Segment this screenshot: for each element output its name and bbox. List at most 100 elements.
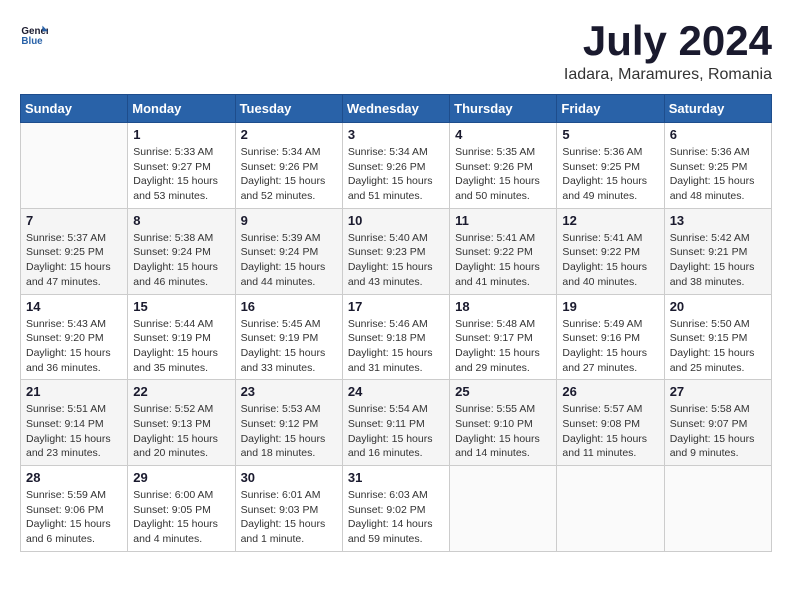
calendar-cell: 9 Sunrise: 5:39 AM Sunset: 9:24 PM Daylig… (235, 208, 342, 294)
logo-icon: General Blue (20, 20, 48, 48)
calendar-cell: 30Sunrise: 6:01 AM Sunset: 9:03 PM Dayli… (235, 466, 342, 552)
calendar-table: SundayMondayTuesdayWednesdayThursdayFrid… (20, 94, 772, 552)
calendar-cell: 24 Sunrise: 5:54 AM Sunset: 9:11 PM Dayli… (342, 380, 449, 466)
day-info: Sunrise: 5:41 AM Sunset: 9:22 PM Dayligh… (455, 231, 551, 290)
day-number: 25 (455, 384, 551, 399)
day-info: Sunrise: 5:59 AM Sunset: 9:06 PM Dayligh… (26, 488, 122, 547)
day-number: 3 (348, 127, 444, 142)
day-info: Sunrise: 5:36 AM Sunset: 9:25 PM Dayligh… (670, 145, 766, 204)
day-number: 19 (562, 299, 658, 314)
day-info: Sunrise: 5:33 AM Sunset: 9:27 PM Dayligh… (133, 145, 229, 204)
day-number: 14 (26, 299, 122, 314)
weekday-header: Sunday (21, 95, 128, 123)
calendar-cell: 19 Sunrise: 5:49 AM Sunset: 9:16 PM Dayli… (557, 294, 664, 380)
calendar-cell (664, 466, 771, 552)
day-number: 18 (455, 299, 551, 314)
day-info: Sunrise: 5:50 AM Sunset: 9:15 PM Dayligh… (670, 317, 766, 376)
day-info: Sunrise: 6:01 AM Sunset: 9:03 PM Dayligh… (241, 488, 337, 547)
day-info: Sunrise: 5:43 AM Sunset: 9:20 PM Dayligh… (26, 317, 122, 376)
calendar-week-row: 28 Sunrise: 5:59 AM Sunset: 9:06 PM Dayli… (21, 466, 772, 552)
calendar-cell: 11 Sunrise: 5:41 AM Sunset: 9:22 PM Dayli… (450, 208, 557, 294)
calendar-cell: 2Sunrise: 5:34 AM Sunset: 9:26 PM Daylig… (235, 123, 342, 209)
day-number: 15 (133, 299, 229, 314)
calendar-cell: 26Sunrise: 5:57 AM Sunset: 9:08 PM Dayli… (557, 380, 664, 466)
day-info: Sunrise: 5:44 AM Sunset: 9:19 PM Dayligh… (133, 317, 229, 376)
calendar-cell: 13Sunrise: 5:42 AM Sunset: 9:21 PM Dayli… (664, 208, 771, 294)
location-subtitle: Iadara, Maramures, Romania (564, 66, 772, 84)
day-info: Sunrise: 5:46 AM Sunset: 9:18 PM Dayligh… (348, 317, 444, 376)
calendar-cell: 10Sunrise: 5:40 AM Sunset: 9:23 PM Dayli… (342, 208, 449, 294)
day-number: 13 (670, 213, 766, 228)
title-area: July 2024 Iadara, Maramures, Romania (564, 20, 772, 84)
calendar-cell (557, 466, 664, 552)
day-number: 28 (26, 470, 122, 485)
month-year-title: July 2024 (564, 20, 772, 62)
day-number: 16 (241, 299, 337, 314)
day-info: Sunrise: 5:49 AM Sunset: 9:16 PM Dayligh… (562, 317, 658, 376)
weekday-header: Monday (128, 95, 235, 123)
calendar-header: SundayMondayTuesdayWednesdayThursdayFrid… (21, 95, 772, 123)
day-info: Sunrise: 6:00 AM Sunset: 9:05 PM Dayligh… (133, 488, 229, 547)
day-info: Sunrise: 5:58 AM Sunset: 9:07 PM Dayligh… (670, 402, 766, 461)
day-number: 7 (26, 213, 122, 228)
day-number: 11 (455, 213, 551, 228)
calendar-cell: 16 Sunrise: 5:45 AM Sunset: 9:19 PM Dayli… (235, 294, 342, 380)
calendar-cell: 3Sunrise: 5:34 AM Sunset: 9:26 PM Daylig… (342, 123, 449, 209)
calendar-cell: 23 Sunrise: 5:53 AM Sunset: 9:12 PM Dayli… (235, 380, 342, 466)
calendar-cell: 20 Sunrise: 5:50 AM Sunset: 9:15 PM Dayli… (664, 294, 771, 380)
day-info: Sunrise: 5:35 AM Sunset: 9:26 PM Dayligh… (455, 145, 551, 204)
day-info: Sunrise: 5:45 AM Sunset: 9:19 PM Dayligh… (241, 317, 337, 376)
day-info: Sunrise: 5:39 AM Sunset: 9:24 PM Dayligh… (241, 231, 337, 290)
calendar-cell: 25 Sunrise: 5:55 AM Sunset: 9:10 PM Dayli… (450, 380, 557, 466)
calendar-cell: 22 Sunrise: 5:52 AM Sunset: 9:13 PM Dayli… (128, 380, 235, 466)
day-info: Sunrise: 5:54 AM Sunset: 9:11 PM Dayligh… (348, 402, 444, 461)
day-number: 31 (348, 470, 444, 485)
calendar-cell: 12Sunrise: 5:41 AM Sunset: 9:22 PM Dayli… (557, 208, 664, 294)
day-info: Sunrise: 5:53 AM Sunset: 9:12 PM Dayligh… (241, 402, 337, 461)
day-info: Sunrise: 5:48 AM Sunset: 9:17 PM Dayligh… (455, 317, 551, 376)
calendar-cell: 28 Sunrise: 5:59 AM Sunset: 9:06 PM Dayli… (21, 466, 128, 552)
day-number: 29 (133, 470, 229, 485)
day-number: 23 (241, 384, 337, 399)
calendar-cell: 6Sunrise: 5:36 AM Sunset: 9:25 PM Daylig… (664, 123, 771, 209)
calendar-week-row: 1 Sunrise: 5:33 AM Sunset: 9:27 PM Daylig… (21, 123, 772, 209)
calendar-cell: 1 Sunrise: 5:33 AM Sunset: 9:27 PM Daylig… (128, 123, 235, 209)
day-info: Sunrise: 5:52 AM Sunset: 9:13 PM Dayligh… (133, 402, 229, 461)
calendar-cell: 17 Sunrise: 5:46 AM Sunset: 9:18 PM Dayli… (342, 294, 449, 380)
day-info: Sunrise: 5:34 AM Sunset: 9:26 PM Dayligh… (241, 145, 337, 204)
weekday-header: Friday (557, 95, 664, 123)
calendar-cell (21, 123, 128, 209)
calendar-cell: 27 Sunrise: 5:58 AM Sunset: 9:07 PM Dayli… (664, 380, 771, 466)
day-info: Sunrise: 5:40 AM Sunset: 9:23 PM Dayligh… (348, 231, 444, 290)
day-info: Sunrise: 5:37 AM Sunset: 9:25 PM Dayligh… (26, 231, 122, 290)
calendar-cell: 7 Sunrise: 5:37 AM Sunset: 9:25 PM Daylig… (21, 208, 128, 294)
svg-text:Blue: Blue (21, 36, 43, 47)
calendar-cell: 21 Sunrise: 5:51 AM Sunset: 9:14 PM Dayli… (21, 380, 128, 466)
calendar-cell: 8Sunrise: 5:38 AM Sunset: 9:24 PM Daylig… (128, 208, 235, 294)
day-number: 22 (133, 384, 229, 399)
day-number: 1 (133, 127, 229, 142)
calendar-body: 1 Sunrise: 5:33 AM Sunset: 9:27 PM Daylig… (21, 123, 772, 552)
day-number: 21 (26, 384, 122, 399)
calendar-cell: 18 Sunrise: 5:48 AM Sunset: 9:17 PM Dayli… (450, 294, 557, 380)
day-info: Sunrise: 5:38 AM Sunset: 9:24 PM Dayligh… (133, 231, 229, 290)
logo: General Blue (20, 20, 48, 48)
day-number: 9 (241, 213, 337, 228)
day-number: 24 (348, 384, 444, 399)
day-info: Sunrise: 5:41 AM Sunset: 9:22 PM Dayligh… (562, 231, 658, 290)
weekday-header: Saturday (664, 95, 771, 123)
day-info: Sunrise: 5:55 AM Sunset: 9:10 PM Dayligh… (455, 402, 551, 461)
day-number: 20 (670, 299, 766, 314)
day-number: 17 (348, 299, 444, 314)
weekday-header: Thursday (450, 95, 557, 123)
calendar-cell: 4Sunrise: 5:35 AM Sunset: 9:26 PM Daylig… (450, 123, 557, 209)
day-info: Sunrise: 5:57 AM Sunset: 9:08 PM Dayligh… (562, 402, 658, 461)
day-number: 27 (670, 384, 766, 399)
weekday-header: Wednesday (342, 95, 449, 123)
day-info: Sunrise: 5:51 AM Sunset: 9:14 PM Dayligh… (26, 402, 122, 461)
day-info: Sunrise: 6:03 AM Sunset: 9:02 PM Dayligh… (348, 488, 444, 547)
calendar-cell: 5Sunrise: 5:36 AM Sunset: 9:25 PM Daylig… (557, 123, 664, 209)
weekday-header: Tuesday (235, 95, 342, 123)
calendar-week-row: 14 Sunrise: 5:43 AM Sunset: 9:20 PM Dayli… (21, 294, 772, 380)
calendar-week-row: 7 Sunrise: 5:37 AM Sunset: 9:25 PM Daylig… (21, 208, 772, 294)
